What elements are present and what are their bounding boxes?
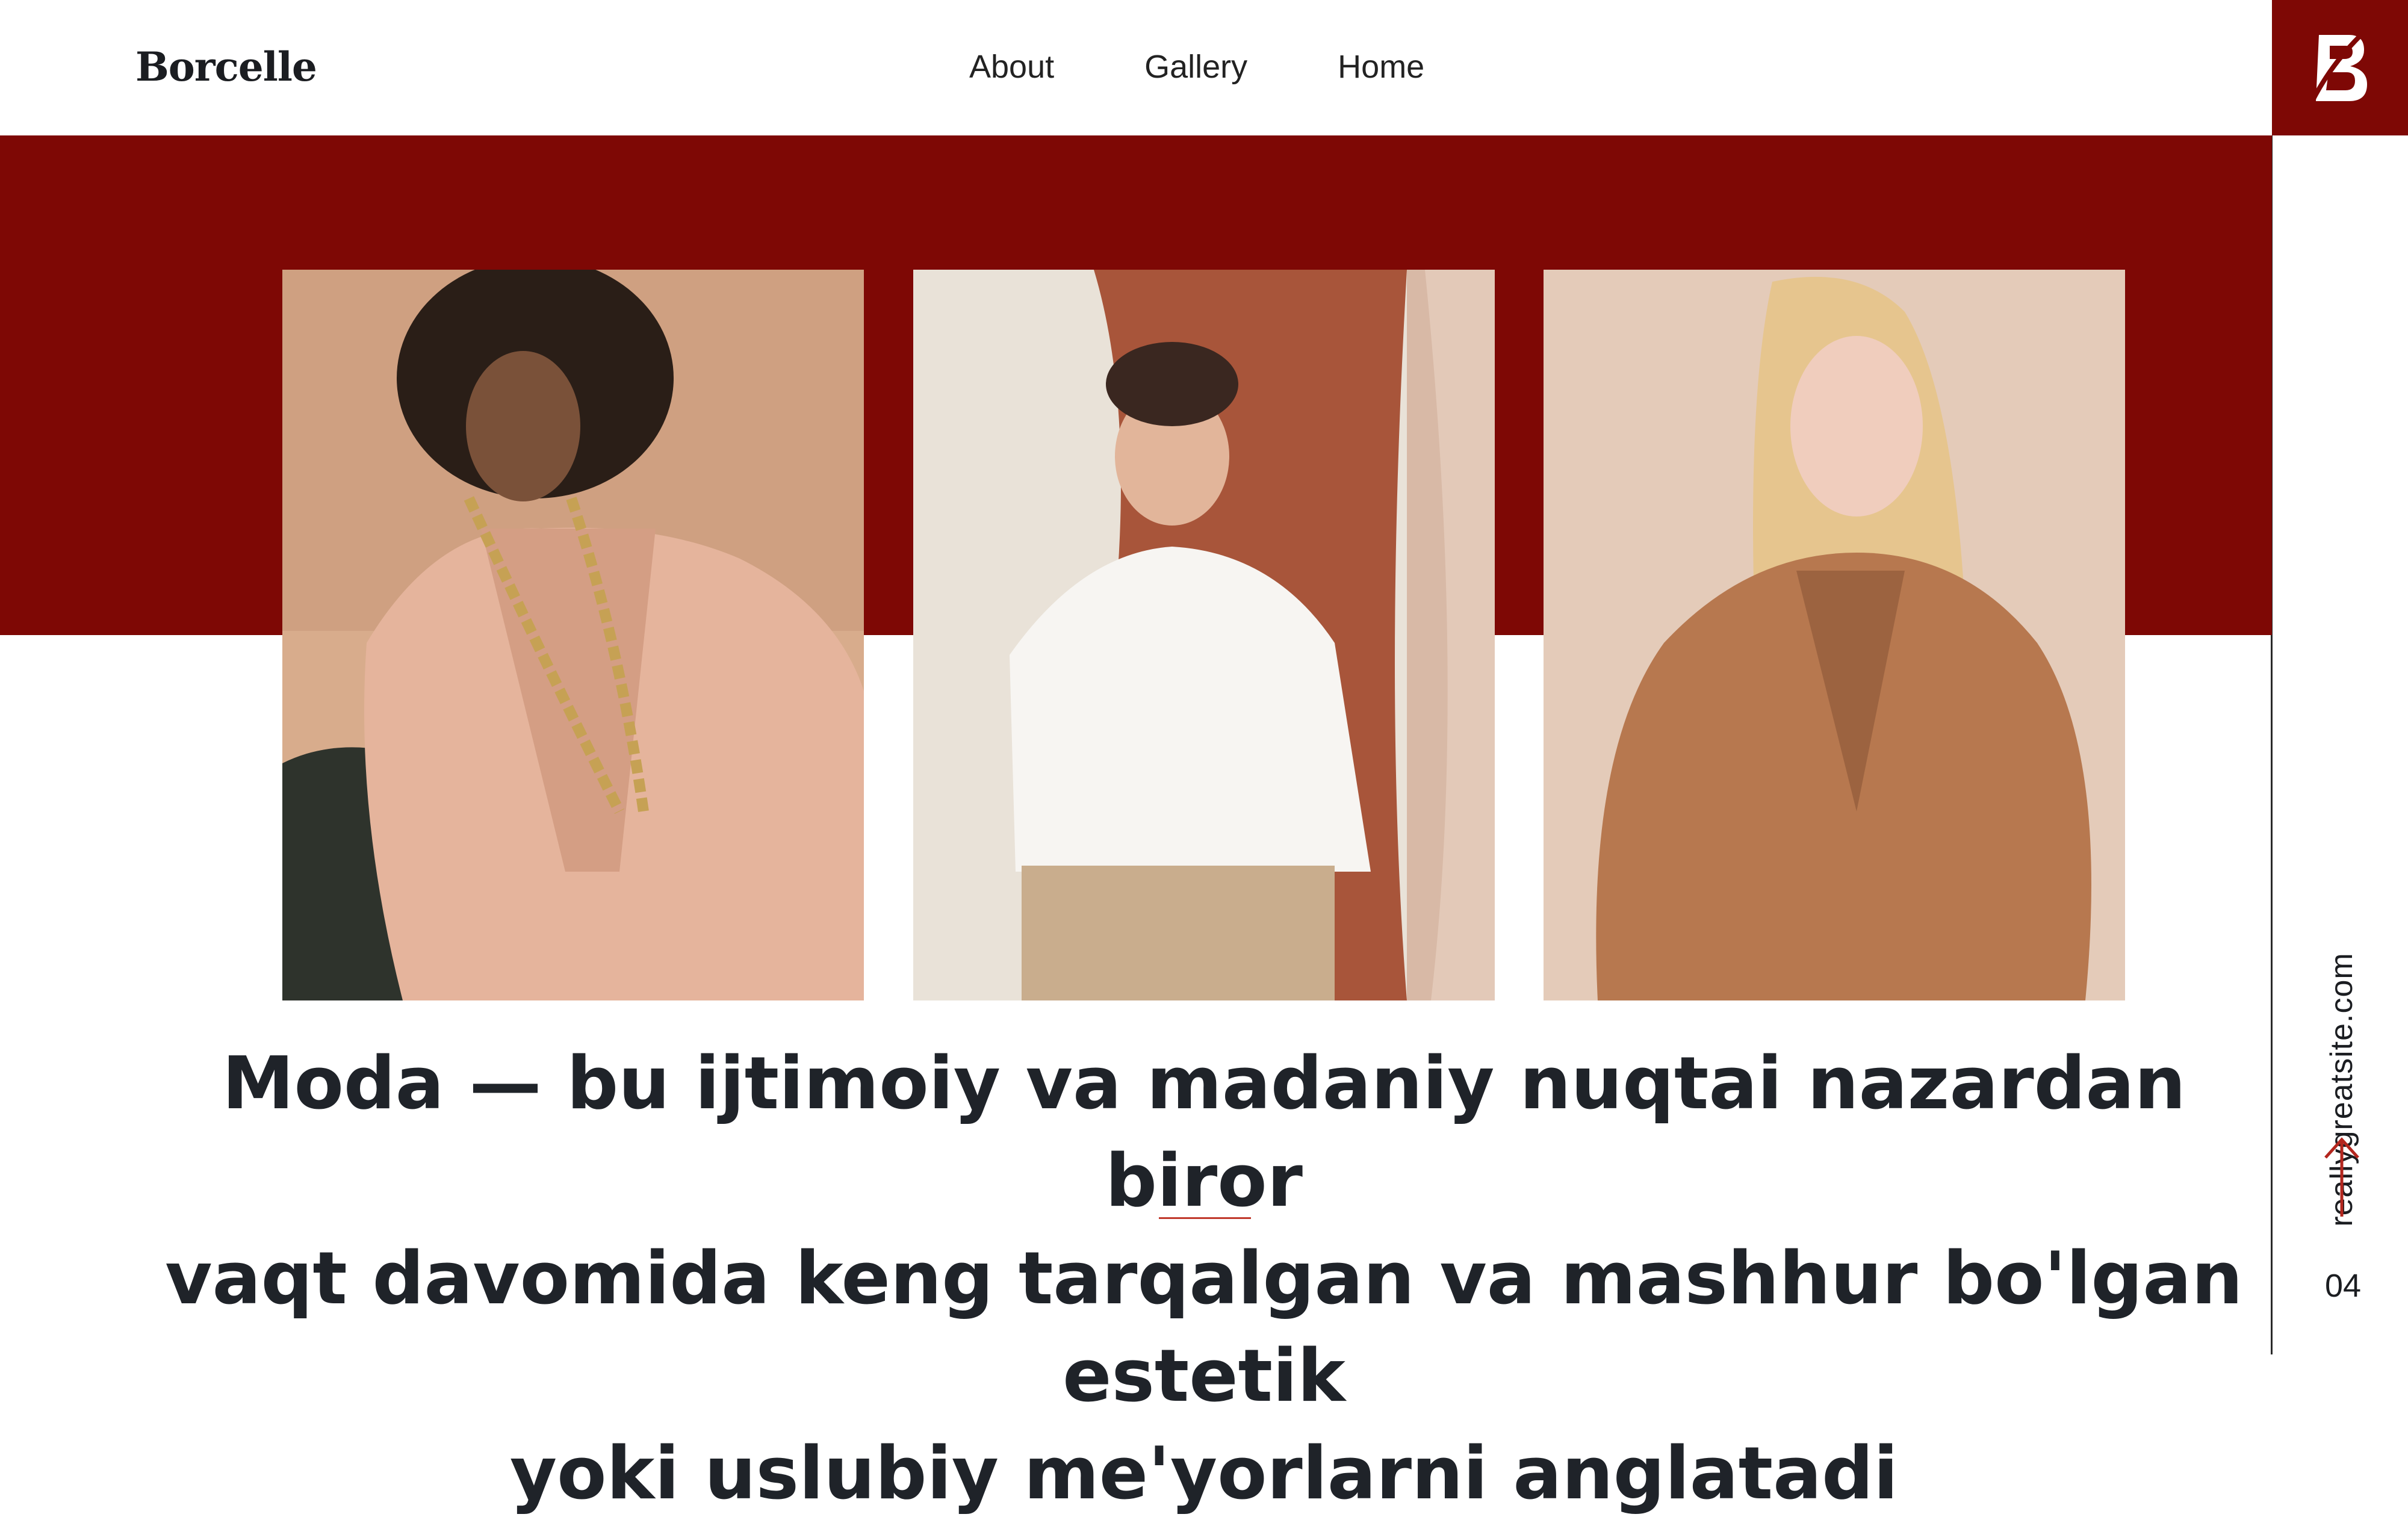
logo-badge[interactable] [2272,0,2408,135]
arrow-up-icon[interactable] [2321,1135,2363,1219]
headline: Moda — bu ijtimoiy va madaniy nuqtai naz… [138,1035,2270,1523]
brand-logo-text[interactable]: Borcelle [135,43,317,90]
gallery-photo-1 [282,270,864,1000]
gallery-photo-2 [913,270,1495,1000]
nav-item-about[interactable]: About [969,48,1054,85]
headline-line-1: Moda — bu ijtimoiy va madaniy nuqtai naz… [222,1042,2186,1223]
main-nav: About Gallery Home [969,48,1424,85]
headline-line-2: vaqt davomida keng tarqalgan va mashhur … [165,1237,2243,1418]
borcelle-b-logo-icon [2310,34,2367,101]
gallery-photo-3 [1544,270,2125,1000]
page-number: 04 [2325,1268,2362,1304]
headline-line-3: yoki uslubiy me'yorlarni anglatadi [509,1432,1899,1516]
nav-item-gallery[interactable]: Gallery [1144,48,1247,85]
text-underline-accent [1159,1217,1251,1219]
nav-item-home[interactable]: Home [1338,48,1424,85]
